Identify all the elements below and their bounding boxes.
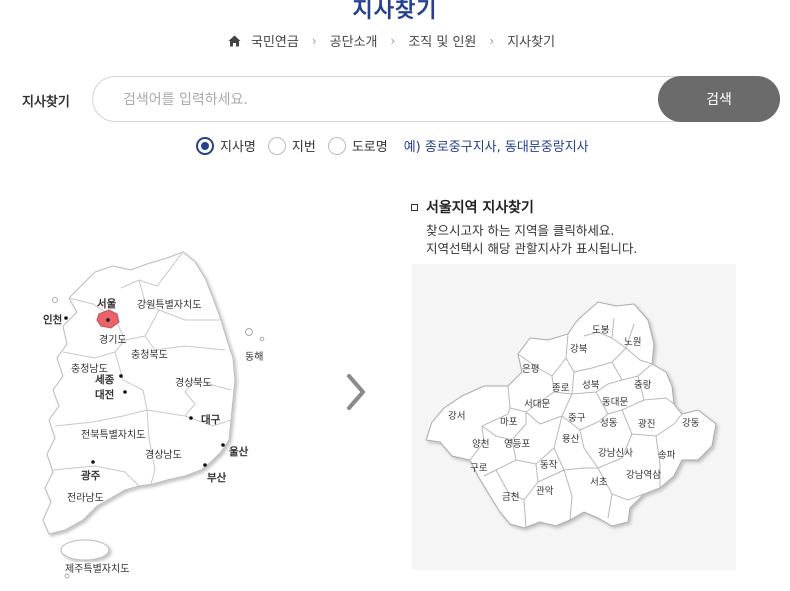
- breadcrumb: 국민연금 › 공단소개 › 조직 및 인원 › 지사찾기: [228, 31, 555, 50]
- radio-lot-address[interactable]: 지번: [267, 136, 316, 155]
- search-type-group: 지사명 지번 도로명 예) 종로중구지사, 동대문중랑지사: [196, 136, 589, 155]
- district-dobong[interactable]: 도봉: [592, 322, 609, 336]
- map-label-gyeonggi[interactable]: 경기도: [99, 331, 127, 346]
- seoul-dot: [106, 318, 110, 322]
- map-label-daejeon[interactable]: 대전: [95, 387, 114, 402]
- search-button[interactable]: 검색: [658, 76, 780, 122]
- map-label-seoul[interactable]: 서울: [97, 296, 116, 311]
- district-eunpyeong[interactable]: 은평: [522, 361, 539, 375]
- district-yongsan[interactable]: 용산: [562, 431, 579, 445]
- district-mapo[interactable]: 마포: [500, 414, 517, 428]
- breadcrumb-item-org[interactable]: 조직 및 인원: [408, 31, 476, 50]
- district-gwangjin[interactable]: 광진: [638, 416, 655, 430]
- district-gangnamsinsa[interactable]: 강남신사: [598, 445, 633, 459]
- seoul-map-panel: 도봉 노원 강북 은평 성북 중랑 종로 서대문 동대문 강서 마포 중구 성동…: [412, 264, 736, 570]
- search-example: 예) 종로중구지사, 동대문중랑지사: [403, 140, 589, 155]
- map-label-jeonbuk[interactable]: 전북특별자치도: [81, 426, 145, 441]
- district-seongdong[interactable]: 성동: [600, 415, 617, 429]
- seoul-desc-line: 찾으시고자 하는 지역을 클릭하세요.: [426, 223, 615, 238]
- west-island: [52, 297, 58, 303]
- radio-unchecked-icon[interactable]: [327, 136, 346, 155]
- dokdo-island: [259, 336, 265, 342]
- map-label-incheon[interactable]: 인천: [43, 312, 62, 327]
- search-input[interactable]: [123, 89, 643, 111]
- busan-dot: [203, 463, 207, 467]
- daegu-dot: [189, 416, 193, 420]
- radio-label: 지사명: [220, 140, 256, 155]
- square-bullet-icon: [411, 203, 418, 211]
- seoul-description: 찾으시고자 하는 지역을 클릭하세요. 지역선택시 해당 관할지사가 표시됩니다…: [426, 222, 637, 258]
- breadcrumb-item-current[interactable]: 지사찾기: [507, 31, 555, 50]
- page-title: 지사찾기: [352, 0, 438, 23]
- map-label-sejong[interactable]: 세종: [95, 372, 114, 387]
- district-dongjak[interactable]: 동작: [540, 457, 557, 471]
- district-gangseo[interactable]: 강서: [448, 408, 465, 422]
- seoul-title-text: 서울지역 지사찾기: [426, 200, 534, 216]
- jeju-island[interactable]: [60, 539, 110, 561]
- district-nowon[interactable]: 노원: [624, 334, 641, 348]
- sejong-dot: [119, 374, 123, 378]
- radio-label: 지번: [291, 140, 316, 155]
- district-gwanak[interactable]: 관악: [536, 483, 553, 497]
- district-jungnang[interactable]: 중랑: [634, 377, 651, 391]
- map-label-gyeongbuk[interactable]: 경상북도: [175, 374, 212, 389]
- radio-label: 도로명: [351, 140, 388, 155]
- ulleung-island: [245, 328, 253, 336]
- district-yangcheon[interactable]: 양천: [472, 436, 489, 450]
- chevron-right-icon: ›: [311, 33, 317, 48]
- map-label-donghae: 동해: [245, 352, 264, 363]
- chevron-right-icon: ›: [390, 33, 396, 48]
- radio-branch-name[interactable]: 지사명: [196, 136, 256, 155]
- page: 지사찾기 국민연금 › 공단소개 › 조직 및 인원 › 지사찾기 지사찾기 검…: [0, 0, 790, 591]
- district-gangbuk[interactable]: 강북: [570, 341, 587, 355]
- district-dongdaemun[interactable]: 동대문: [602, 394, 628, 408]
- chevron-right-icon: ›: [489, 33, 495, 48]
- home-icon[interactable]: [228, 35, 241, 47]
- map-label-gangwon[interactable]: 강원특별자치도: [137, 296, 201, 311]
- ulsan-dot: [221, 443, 225, 447]
- radio-checked-icon[interactable]: [196, 136, 214, 155]
- map-label-chungbuk[interactable]: 충청북도: [131, 346, 168, 361]
- district-junggu[interactable]: 중구: [568, 410, 585, 424]
- district-songpa[interactable]: 송파: [658, 447, 675, 461]
- map-label-jeonnam[interactable]: 전라남도: [67, 489, 104, 504]
- district-yeongdeungpo[interactable]: 영등포: [504, 436, 530, 450]
- korea-map: 서울 인천 강원특별자치도 경기도 충청북도 충청남도 세종 대전 경상북도 동…: [35, 240, 295, 580]
- district-geumcheon[interactable]: 금천: [502, 489, 519, 503]
- search-box: 검색: [92, 76, 780, 122]
- map-label-busan[interactable]: 부산: [207, 470, 226, 485]
- radio-road-address[interactable]: 도로명: [327, 136, 388, 155]
- search-label: 지사찾기: [22, 95, 70, 110]
- district-jongno[interactable]: 종로: [552, 380, 569, 394]
- district-seocho[interactable]: 서초: [590, 474, 607, 488]
- radio-unchecked-icon[interactable]: [267, 136, 286, 155]
- incheon-dot: [64, 316, 68, 320]
- map-label-daegu[interactable]: 대구: [201, 412, 220, 427]
- korea-map-shape: [42, 251, 265, 579]
- district-seodaemun[interactable]: 서대문: [524, 396, 550, 410]
- chevron-right-icon: [347, 374, 365, 410]
- map-label-gyeongnam[interactable]: 경상남도: [145, 446, 182, 461]
- district-guro[interactable]: 구로: [470, 460, 487, 474]
- district-gangdong[interactable]: 강동: [682, 415, 699, 429]
- seoul-desc-line: 지역선택시 해당 관할지사가 표시됩니다.: [426, 241, 638, 256]
- map-label-ulsan[interactable]: 울산: [229, 444, 248, 459]
- daejeon-dot: [123, 390, 127, 394]
- breadcrumb-item-home[interactable]: 국민연금: [251, 31, 299, 50]
- breadcrumb-item-about[interactable]: 공단소개: [330, 31, 378, 50]
- map-label-jeju[interactable]: 제주특별자치도: [65, 560, 129, 575]
- district-seongbuk[interactable]: 성북: [582, 377, 599, 391]
- gwangju-dot: [91, 460, 95, 464]
- seoul-section-title: 서울지역 지사찾기: [411, 197, 534, 217]
- map-label-gwangju[interactable]: 광주: [81, 468, 100, 483]
- district-gangnamyeoksam[interactable]: 강남역삼: [626, 467, 661, 481]
